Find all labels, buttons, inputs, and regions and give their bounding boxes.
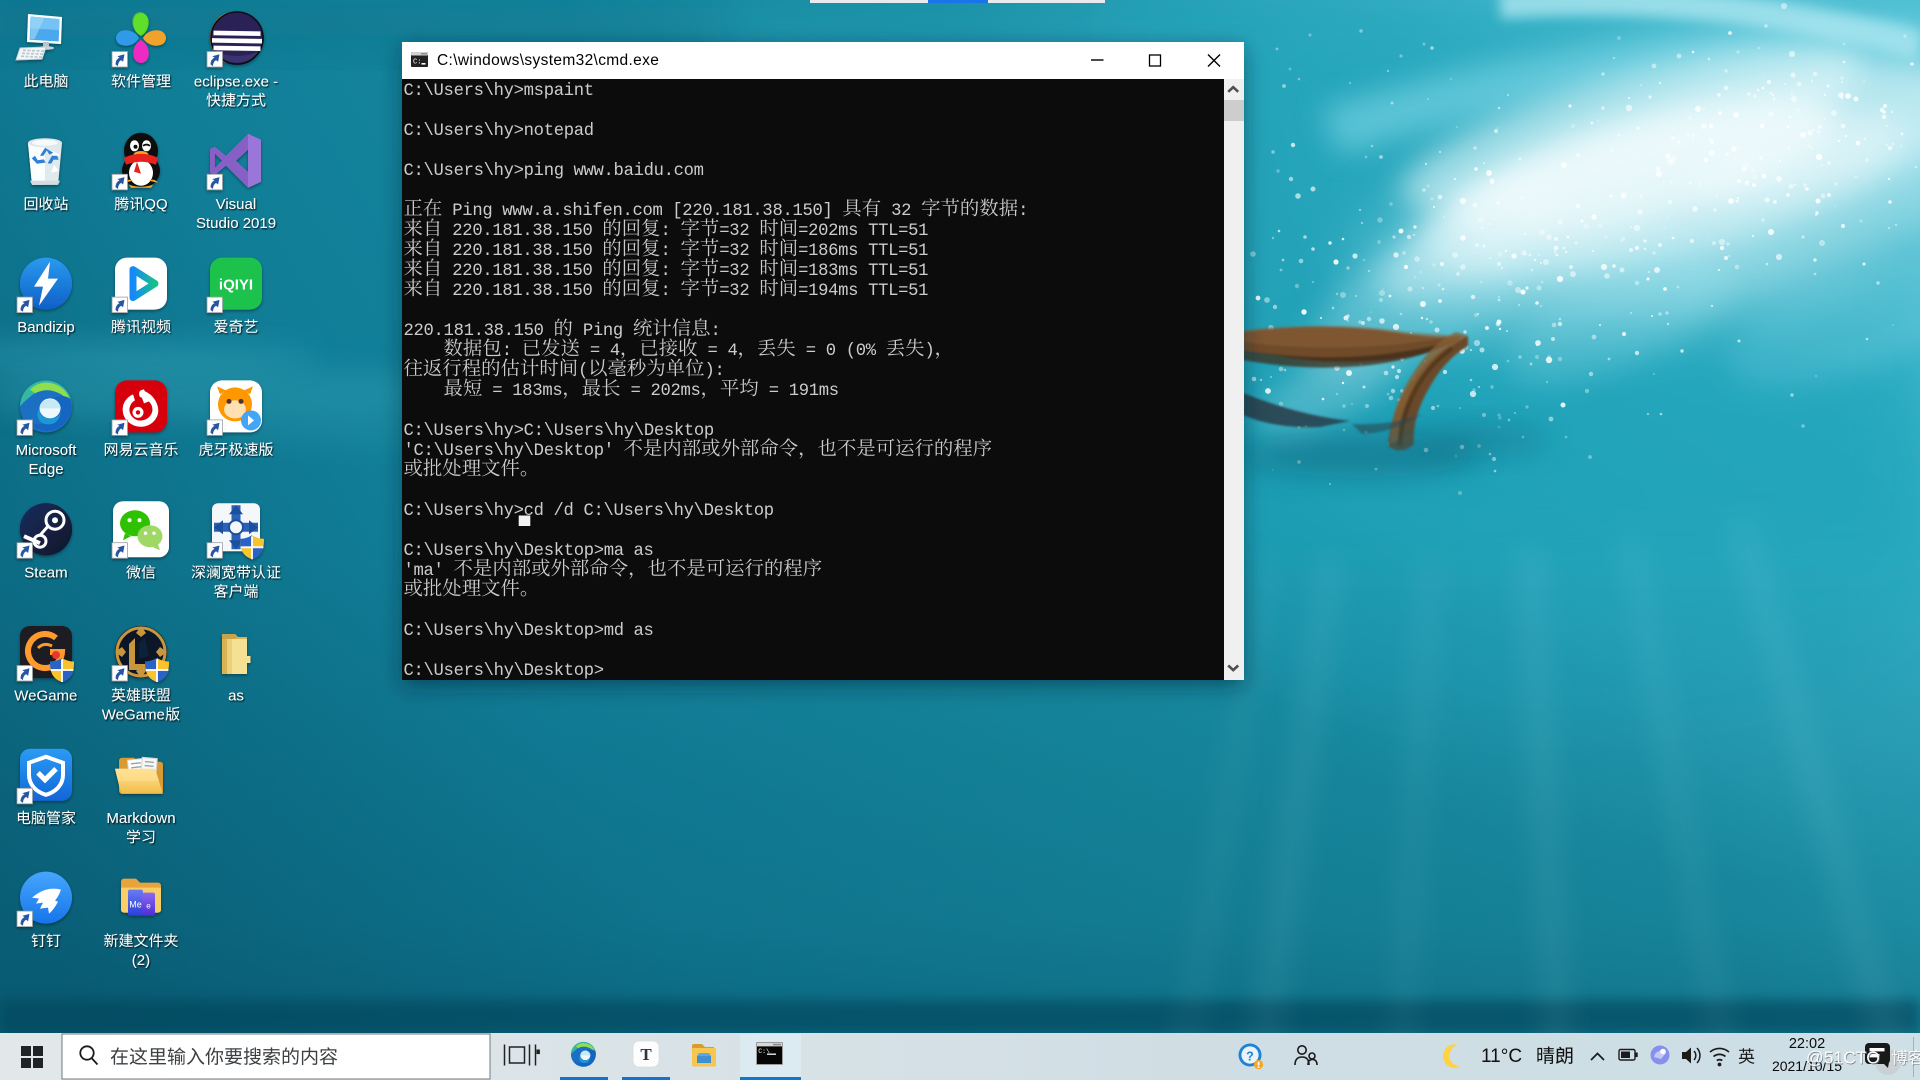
svg-text:11°C: 11°C: [1481, 1046, 1522, 1067]
svg-text:32: 32: [891, 202, 911, 221]
svg-text:as: as: [228, 687, 244, 704]
svg-text::: :: [661, 222, 671, 241]
svg-text:'C:\Users\hy\Desktop': 'C:\Users\hy\Desktop': [404, 442, 614, 461]
svg-text:Steam: Steam: [24, 565, 67, 582]
svg-text:(: (: [578, 362, 588, 381]
svg-text:(0%: (0%: [846, 342, 877, 361]
svg-text:C:\windows\system32\cmd.exe: C:\windows\system32\cmd.exe: [437, 52, 659, 69]
svg-text:=32: =32: [719, 262, 749, 281]
svg-text:as: as: [634, 622, 654, 641]
svg-text:C:\Users\hy\Desktop: C:\Users\hy\Desktop: [584, 502, 774, 521]
svg-text:Markdown: Markdown: [106, 810, 175, 827]
svg-text:WeGame: WeGame: [14, 687, 77, 704]
svg-text::: :: [711, 322, 721, 341]
svg-text:eclipse.exe -: eclipse.exe -: [194, 73, 278, 90]
svg-text:/d: /d: [554, 502, 574, 521]
svg-text:):: ):: [705, 362, 725, 381]
svg-text:4: 4: [728, 342, 738, 361]
svg-text:(2): (2): [132, 952, 150, 969]
svg-text:220.181.38.150: 220.181.38.150: [404, 322, 544, 341]
svg-text:www.a.shifen.com: www.a.shifen.com: [502, 202, 662, 221]
svg-text:@51CTO: @51CTO: [1806, 1048, 1880, 1068]
svg-text::: :: [661, 282, 671, 301]
svg-text:C:\Users\hy\Desktop>: C:\Users\hy\Desktop>: [404, 662, 604, 681]
svg-text:220.181.38.150: 220.181.38.150: [452, 222, 592, 241]
svg-text:=194ms: =194ms: [798, 282, 858, 301]
svg-text:C:\Users\hy>ping: C:\Users\hy>ping: [404, 162, 564, 181]
svg-text:C:\Users\hy\Desktop>md: C:\Users\hy\Desktop>md: [404, 622, 624, 641]
svg-text:=: =: [806, 342, 816, 361]
svg-text:?: ?: [1246, 1050, 1254, 1064]
svg-text:T: T: [640, 1045, 652, 1064]
svg-text:4: 4: [610, 342, 620, 361]
svg-text:202ms: 202ms: [651, 382, 701, 401]
svg-text:C:\Users\hy>notepad: C:\Users\hy>notepad: [404, 122, 594, 141]
svg-text:Edge: Edge: [29, 461, 64, 478]
svg-text:C:\Users\hy>mspaint: C:\Users\hy>mspaint: [404, 82, 594, 101]
svg-text::: :: [502, 342, 512, 361]
svg-text:=: =: [631, 382, 641, 401]
svg-text:TTL=51: TTL=51: [868, 262, 928, 281]
svg-text:=32: =32: [719, 242, 749, 261]
svg-text:Microsoft: Microsoft: [16, 442, 78, 459]
svg-text:TTL=51: TTL=51: [868, 242, 928, 261]
svg-text::: :: [1018, 202, 1028, 221]
svg-text:e: e: [146, 902, 151, 911]
svg-text:=186ms: =186ms: [798, 242, 858, 261]
svg-text:iQIYI: iQIYI: [219, 277, 253, 294]
svg-text:=: =: [492, 382, 502, 401]
svg-text:Visual: Visual: [216, 196, 257, 213]
svg-text:): ): [925, 342, 935, 361]
svg-text:220.181.38.150: 220.181.38.150: [452, 262, 592, 281]
svg-text:183ms: 183ms: [512, 382, 562, 401]
svg-text:=32: =32: [719, 222, 749, 241]
svg-text:www.baidu.com: www.baidu.com: [574, 162, 704, 181]
svg-text:as: as: [634, 542, 654, 561]
svg-text:TTL=51: TTL=51: [868, 282, 928, 301]
svg-text:=202ms: =202ms: [798, 222, 858, 241]
svg-text:C:\Users\hy\Desktop>ma: C:\Users\hy\Desktop>ma: [404, 542, 624, 561]
svg-text:WeGame: WeGame: [102, 706, 165, 723]
svg-text:=183ms: =183ms: [798, 262, 858, 281]
svg-text:Ping: Ping: [452, 202, 492, 221]
svg-text:Studio 2019: Studio 2019: [196, 215, 276, 232]
svg-text:=: =: [590, 342, 600, 361]
svg-text:Me: Me: [129, 900, 142, 910]
svg-text:'ma': 'ma': [404, 562, 444, 581]
svg-text:Ping: Ping: [583, 322, 623, 341]
svg-text:=: =: [708, 342, 718, 361]
svg-text:C:\Users\hy>C:\Users\hy\Deskto: C:\Users\hy>C:\Users\hy\Desktop: [404, 422, 714, 441]
svg-text:Bandizip: Bandizip: [17, 319, 75, 336]
svg-text:0: 0: [826, 342, 836, 361]
svg-text::: :: [661, 242, 671, 261]
svg-text:220.181.38.150: 220.181.38.150: [452, 282, 592, 301]
svg-text:C:: C:: [413, 59, 421, 67]
svg-text:=32: =32: [719, 282, 749, 301]
svg-text:[220.181.38.150]: [220.181.38.150]: [672, 202, 832, 221]
svg-text::: :: [661, 262, 671, 281]
svg-text:220.181.38.150: 220.181.38.150: [452, 242, 592, 261]
svg-text:191ms: 191ms: [789, 382, 839, 401]
svg-text:QQ: QQ: [144, 196, 167, 213]
svg-text:=: =: [769, 382, 779, 401]
svg-text:TTL=51: TTL=51: [868, 222, 928, 241]
